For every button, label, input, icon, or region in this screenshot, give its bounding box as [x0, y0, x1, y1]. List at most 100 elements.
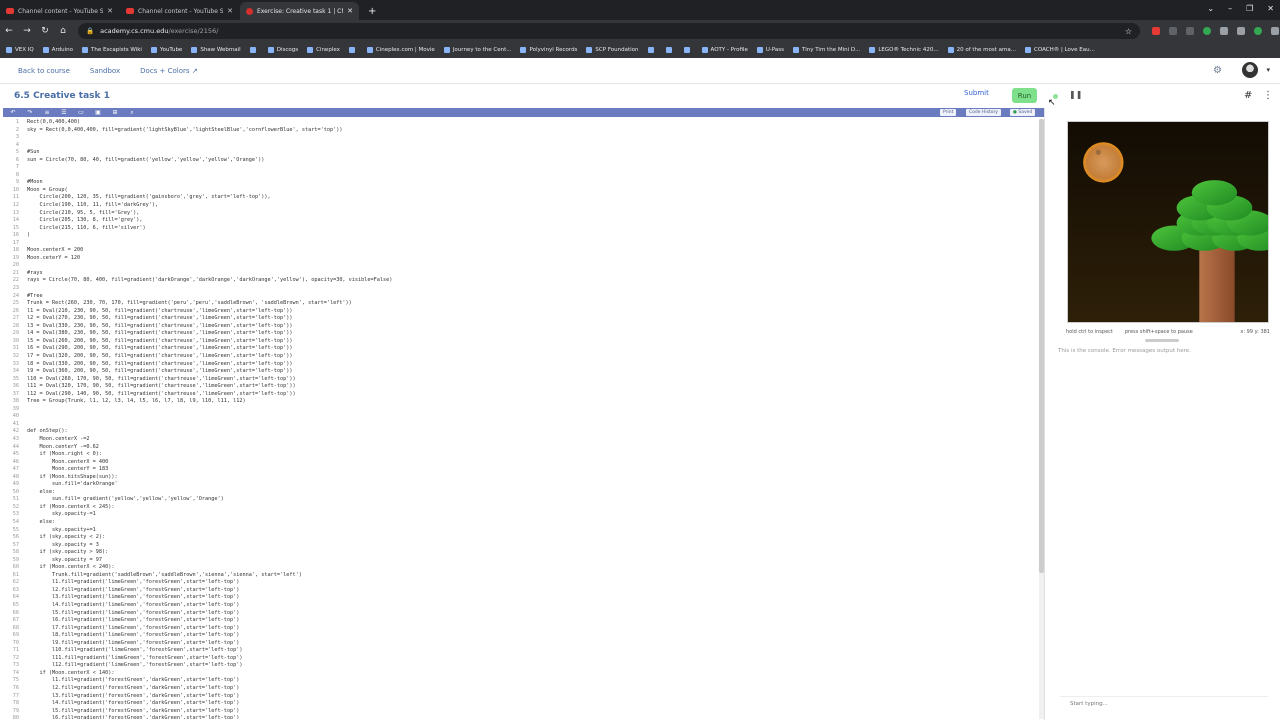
bookmark-item[interactable]: AOTY - Profile — [701, 47, 748, 53]
code-line[interactable]: 14 Circle(205, 130, 8, fill='grey'), — [3, 217, 1037, 225]
code-line[interactable]: 63 l2.fill=gradient('limeGreen','forestG… — [3, 587, 1037, 595]
bookmark-item[interactable]: The Escapists Wiki — [82, 47, 142, 53]
code-line[interactable]: 59 sky.opacity = 97 — [3, 557, 1037, 565]
code-line[interactable]: 53 sky.opacity-=1 — [3, 511, 1037, 519]
code-line[interactable]: 11 Circle(200, 120, 35, fill=gradient('g… — [3, 194, 1037, 202]
code-line[interactable]: 17 — [3, 240, 1037, 248]
code-line[interactable]: 32 l7 = Oval(320, 200, 90, 50, fill=gradi… — [3, 353, 1037, 361]
close-icon[interactable]: ✕ — [1267, 4, 1274, 13]
bookmark-item[interactable]: Discogs — [267, 47, 298, 53]
close-icon[interactable]: ✕ — [227, 7, 233, 15]
minimize-icon[interactable]: – — [1228, 4, 1232, 13]
back-icon[interactable]: ← — [0, 26, 18, 36]
code-line[interactable]: 40 — [3, 413, 1037, 421]
code-line[interactable]: 29 l4 = Oval(380, 230, 90, 50, fill=gradi… — [3, 330, 1037, 338]
puzzle-icon[interactable] — [1220, 27, 1228, 35]
code-line[interactable]: 41 — [3, 421, 1037, 429]
extension-icon[interactable] — [1152, 27, 1160, 35]
gear-icon[interactable]: ⚙ — [1213, 65, 1222, 76]
back-to-course-link[interactable]: Back to course — [18, 67, 70, 75]
close-icon[interactable]: ✕ — [347, 7, 353, 15]
reload-icon[interactable]: ↻ — [36, 26, 54, 36]
chevron-down-icon[interactable]: ⌄ — [1207, 4, 1214, 13]
code-line[interactable]: 38 Tree = Group(Trunk, l1, l2, l3, l4, l5… — [3, 398, 1037, 406]
code-line[interactable]: 52 if (Moon.centerX < 245): — [3, 504, 1037, 512]
code-line[interactable]: 9 #Moon — [3, 179, 1037, 187]
bookmark-item[interactable]: VEX IQ — [6, 47, 34, 53]
code-line[interactable]: 25 Trunk = Rect(260, 230, 70, 170, fill=g… — [3, 300, 1037, 308]
code-line[interactable]: 26 l1 = Oval(210, 230, 90, 50, fill=gradi… — [3, 308, 1037, 316]
code-line[interactable]: 13 Circle(210, 95, 5, fill='Grey'), — [3, 210, 1037, 218]
code-line[interactable]: 35 l10 = Oval(260, 170, 90, 50, fill=grad… — [3, 376, 1037, 384]
code-line[interactable]: 4 — [3, 142, 1037, 150]
bookmark-item[interactable]: COACH® | Love Eau... — [1025, 47, 1095, 53]
code-line[interactable]: 72 l11.fill=gradient('limeGreen','forest… — [3, 655, 1037, 663]
code-line[interactable]: 12 Circle(190, 110, 11, fill='darkGrey')… — [3, 202, 1037, 210]
code-line[interactable]: 27 l2 = Oval(270, 230, 90, 50, fill=gradi… — [3, 315, 1037, 323]
tab-youtube-studio-2[interactable]: Channel content - YouTube Stu ✕ — [120, 2, 239, 20]
code-line[interactable]: 48 if (Moon.hitsShape(sun)): — [3, 474, 1037, 482]
code-lines[interactable]: 1 Rect(0,0,400,400) 2 sky = Rect(0,0,400,40… — [3, 119, 1037, 719]
code-line[interactable]: 31 l6 = Oval(290, 200, 90, 50, fill=gradi… — [3, 345, 1037, 353]
code-line[interactable]: 49 sun.fill='darkOrange' — [3, 481, 1037, 489]
code-line[interactable]: 10 Moon = Group( — [3, 187, 1037, 195]
address-bar[interactable]: 🔒 academy.cs.cmu.edu/exercise/2156/ ☆ — [78, 23, 1140, 39]
bookmark-item[interactable]: YouTube — [150, 47, 182, 53]
sandbox-link[interactable]: Sandbox — [90, 67, 120, 75]
code-line[interactable]: 60 if (Moon.centerX < 240): — [3, 564, 1037, 572]
code-line[interactable]: 1 Rect(0,0,400,400) — [3, 119, 1037, 127]
bookmark-item[interactable] — [665, 47, 675, 53]
code-line[interactable]: 42 def onStep(): — [3, 428, 1037, 436]
code-line[interactable]: 64 l3.fill=gradient('limeGreen','forestG… — [3, 594, 1037, 602]
tab-youtube-studio-1[interactable]: Channel content - YouTube Stu ✕ — [0, 2, 119, 20]
bookmark-item[interactable]: LEGO® Technic 420... — [869, 47, 939, 53]
extension-icon[interactable] — [1186, 27, 1194, 35]
bookmark-item[interactable]: Arduino — [42, 47, 73, 53]
format-icon[interactable]: ⊞ — [111, 109, 119, 116]
code-line[interactable]: 68 l7.fill=gradient('limeGreen','forestG… — [3, 625, 1037, 633]
menu-icon[interactable] — [1271, 27, 1279, 35]
code-line[interactable]: 66 l5.fill=gradient('limeGreen','forestG… — [3, 610, 1037, 618]
docs-colors-link[interactable]: Docs + Colors ↗ — [140, 67, 198, 75]
scrollbar-thumb[interactable] — [1039, 119, 1044, 573]
bookmark-item[interactable]: Cineplex.com | Movie — [366, 47, 435, 53]
bookmark-item[interactable]: SCP Foundation — [586, 47, 639, 53]
profile-icon[interactable] — [1254, 27, 1262, 35]
code-line[interactable]: 15 Circle(215, 110, 6, fill='silver') — [3, 225, 1037, 233]
code-line[interactable]: 34 l9 = Oval(360, 200, 90, 50, fill=gradi… — [3, 368, 1037, 376]
submit-button[interactable]: Submit — [964, 89, 989, 97]
star-icon[interactable]: ☆ — [1125, 27, 1132, 36]
code-line[interactable]: 39 — [3, 406, 1037, 414]
code-line[interactable]: 43 Moon.centerX -=2 — [3, 436, 1037, 444]
code-line[interactable]: 75 l1.fill=gradient('forestGreen','darkG… — [3, 677, 1037, 685]
undo-icon[interactable]: ↶ — [9, 109, 17, 116]
sidebar-icon[interactable] — [1237, 27, 1245, 35]
code-line[interactable]: 3 — [3, 134, 1037, 142]
code-line[interactable]: 61 Trunk.fill=gradient('saddleBrown','sa… — [3, 572, 1037, 580]
code-line[interactable]: 24 #Tree — [3, 293, 1037, 301]
code-editor[interactable]: ↶ ↷ ≡ ☰ ▭ ▣ ⊞ ⌕ Print Code History ● Sav… — [3, 108, 1045, 720]
code-line[interactable]: 54 else: — [3, 519, 1037, 527]
bookmark-item[interactable]: Tiny Tim the Mini D... — [793, 47, 860, 53]
bookmark-item[interactable]: Cineplex — [307, 47, 340, 53]
extension-icon[interactable] — [1169, 27, 1177, 35]
save-icon[interactable]: ▣ — [94, 109, 102, 116]
code-line[interactable]: 21 #rays — [3, 270, 1037, 278]
run-button[interactable]: Run — [1012, 88, 1037, 103]
code-line[interactable]: 33 l8 = Oval(330, 200, 90, 50, fill=gradi… — [3, 361, 1037, 369]
code-line[interactable]: 2 sky = Rect(0,0,400,400, fill=gradient('… — [3, 127, 1037, 135]
code-line[interactable]: 51 sun.fill= gradient('yellow','yellow',… — [3, 496, 1037, 504]
code-line[interactable]: 19 Moon.ceterY = 120 — [3, 255, 1037, 263]
more-vertical-icon[interactable]: ⋮ — [1263, 90, 1273, 101]
code-line[interactable]: 78 l4.fill=gradient('forestGreen','darkG… — [3, 700, 1037, 708]
code-line[interactable]: 80 l6.fill=gradient('forestGreen','darkG… — [3, 715, 1037, 719]
code-line[interactable]: 62 l1.fill=gradient('limeGreen','forestG… — [3, 579, 1037, 587]
editor-scrollbar[interactable] — [1039, 119, 1044, 719]
code-line[interactable]: 50 else: — [3, 489, 1037, 497]
code-line[interactable]: 16) — [3, 232, 1037, 240]
code-line[interactable]: 71 l10.fill=gradient('limeGreen','forest… — [3, 647, 1037, 655]
bookmark-item[interactable]: 20 of the most ama... — [947, 47, 1016, 53]
bookmark-item[interactable] — [647, 47, 657, 53]
code-line[interactable]: 30 l5 = Oval(260, 200, 90, 50, fill=gradi… — [3, 338, 1037, 346]
bookmark-item[interactable] — [683, 47, 693, 53]
